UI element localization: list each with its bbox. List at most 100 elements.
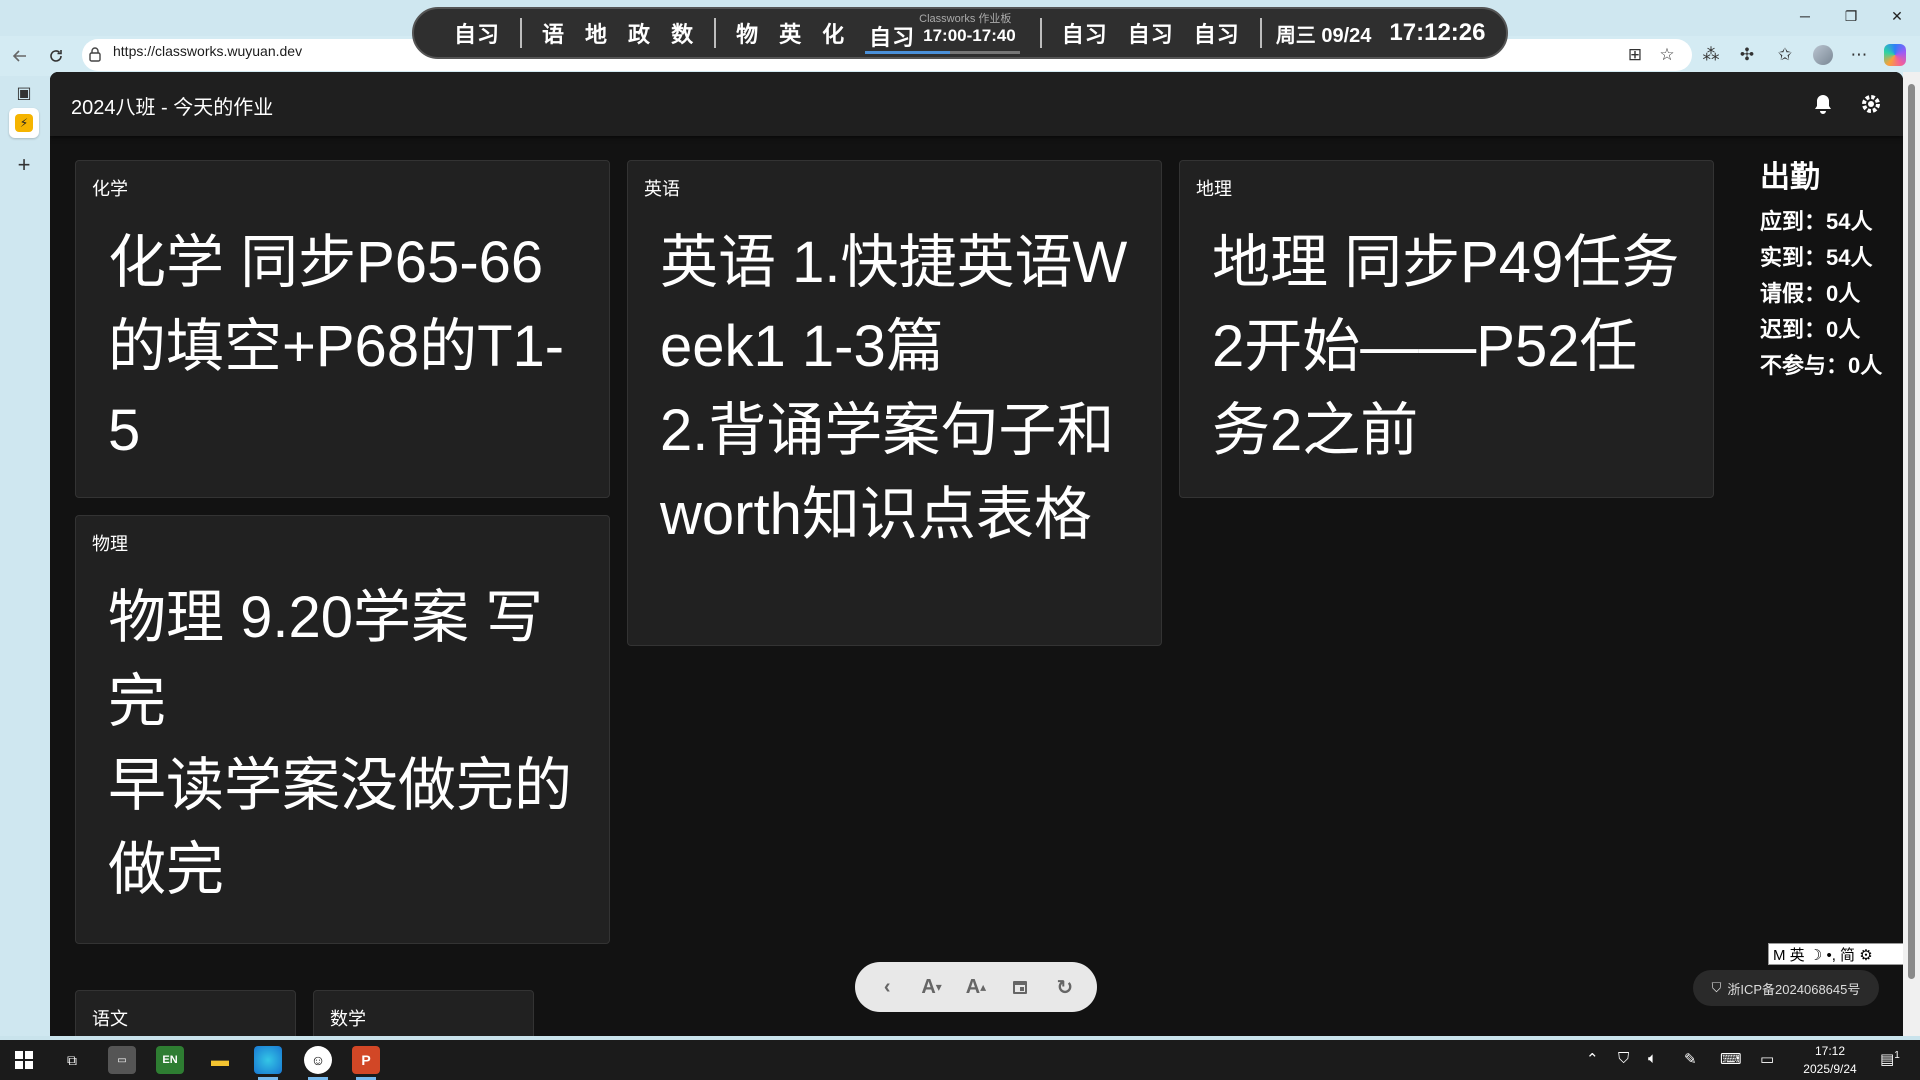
schedule-item: 自习 <box>1127 22 1174 47</box>
tab-actions-icon[interactable]: ▣ <box>9 78 39 108</box>
task-view-icon[interactable]: ⧉ <box>58 1046 86 1074</box>
qq-icon[interactable]: ☺ <box>304 1046 332 1080</box>
calendar-icon[interactable] <box>1002 969 1038 1005</box>
shield-icon: ⛉ <box>1711 980 1722 995</box>
attendance-leave: 请假：0人 <box>1760 281 1861 306</box>
favorite-star-icon[interactable]: ☆ <box>1652 41 1682 69</box>
vertical-tabs-sidebar <box>0 76 50 1036</box>
powerpoint-icon[interactable]: P <box>352 1046 380 1080</box>
card-title: 英语 <box>644 179 680 199</box>
attendance-panel: 出勤 应到：54人 实到：54人 请假：0人 迟到：0人 不参与：0人 <box>1760 152 1882 384</box>
app-taskbar-icon[interactable]: ▭ <box>108 1046 136 1074</box>
class-schedule-bar: 自习 语 地 政 数 物 英 化 Classworks 作业板 自习 17:00… <box>412 7 1508 59</box>
period-progress-bar <box>865 51 1020 54</box>
schedule-clock: 17:12:26 <box>1389 19 1486 46</box>
schedule-item: 数 <box>671 22 695 47</box>
chevron-left-icon[interactable]: ‹ <box>869 969 905 1005</box>
reload-icon[interactable] <box>42 42 70 70</box>
schedule-item: 英 <box>779 22 803 47</box>
card-title: 语文 <box>92 1009 128 1029</box>
current-period-label: 自习 <box>869 25 916 50</box>
notification-icon[interactable]: ▤1 <box>1880 1050 1900 1068</box>
app-en-icon[interactable]: EN <box>156 1046 184 1074</box>
restore-button[interactable]: ❐ <box>1828 0 1874 32</box>
schedule-item: 化 <box>822 22 846 47</box>
new-tab-icon[interactable]: + <box>9 150 39 180</box>
extension-icon[interactable]: ⁂ <box>1696 41 1726 69</box>
homework-card-math[interactable]: 数学 <box>313 990 534 1036</box>
font-decrease-icon[interactable]: A ▾ <box>914 969 950 1005</box>
attendance-expected: 应到：54人 <box>1760 209 1873 234</box>
icp-badge[interactable]: ⛉ 浙ICP备2024068645号 <box>1693 970 1879 1006</box>
app-available-icon[interactable]: ⊞ <box>1620 41 1650 69</box>
schedule-item: 政 <box>628 22 652 47</box>
schedule-item: 物 <box>736 22 760 47</box>
card-body: 化学 同步P65-66的填空+P68的T1-5 <box>108 230 565 463</box>
notification-count: 1 <box>1894 1050 1900 1061</box>
more-menu-icon[interactable]: ⋯ <box>1844 41 1874 69</box>
schedule-divider <box>520 18 523 48</box>
homework-card-chinese[interactable]: 语文 <box>75 990 296 1036</box>
schedule-divider <box>1039 18 1042 48</box>
bell-icon[interactable] <box>1807 88 1839 120</box>
taskbar-date: 2025/9/24 <box>1803 1062 1857 1076</box>
schedule-divider <box>1259 18 1262 48</box>
classworks-logo-icon: ⚡ <box>15 114 33 132</box>
bottom-toolbar: ‹ A ▾ A ▴ ↻ <box>855 962 1097 1012</box>
lock-icon <box>88 46 102 62</box>
card-title: 地理 <box>1196 179 1232 199</box>
homework-card-physics[interactable]: 物理 物理 9.20学案 写完 早读学案没做完的做完 <box>75 515 610 944</box>
homework-card-geography[interactable]: 地理 地理 同步P49任务2开始——P52任务2之前 <box>1179 160 1714 498</box>
page-title: 2024八班 - 今天的作业 <box>71 97 274 119</box>
card-body: 地理 同步P49任务2开始——P52任务2之前 <box>1212 230 1680 463</box>
current-period-range: 17:00-17:40 <box>923 26 1016 45</box>
tray-overflow-icon[interactable]: ⌃ <box>1586 1050 1599 1068</box>
font-increase-icon[interactable]: A ▴ <box>958 969 994 1005</box>
attendance-late: 迟到：0人 <box>1760 317 1861 342</box>
card-title: 物理 <box>92 534 128 554</box>
card-body: 英语 1.快捷英语Week1 1-3篇 2.背诵学案句子和worth知识点表格 <box>660 230 1128 547</box>
favorites-icon[interactable]: ✩ <box>1770 41 1800 69</box>
close-button[interactable]: ✕ <box>1874 0 1920 32</box>
card-title: 数学 <box>330 1009 366 1029</box>
refresh-icon[interactable]: ↻ <box>1047 969 1083 1005</box>
minimize-button[interactable]: ─ <box>1782 0 1828 32</box>
scroll-thumb[interactable] <box>1908 84 1915 979</box>
attendance-absent: 不参与：0人 <box>1760 353 1883 378</box>
copilot-icon[interactable] <box>1880 41 1910 69</box>
ime-toolbar[interactable]: M 英 ☽ •, 简 ⚙ <box>1768 943 1920 965</box>
page-scrollbar[interactable] <box>1903 72 1920 1036</box>
window-controls: ─ ❐ ✕ <box>1782 0 1920 32</box>
homework-card-english[interactable]: 英语 英语 1.快捷英语Week1 1-3篇 2.背诵学案句子和worth知识点… <box>627 160 1162 646</box>
schedule-item: 自习 <box>1061 22 1108 47</box>
icp-text: 浙ICP备2024068645号 <box>1727 981 1861 997</box>
card-title: 化学 <box>92 179 128 199</box>
schedule-item: 自习 <box>1193 22 1240 47</box>
volume-icon[interactable]: 🔈︎ <box>1648 1050 1657 1067</box>
app-bar: 2024八班 - 今天的作业 <box>50 72 1903 136</box>
attendance-present: 实到：54人 <box>1760 245 1873 270</box>
url-text[interactable]: https://classworks.wuyuan.dev <box>113 43 302 59</box>
taskbar-time: 17:12 <box>1814 1044 1846 1058</box>
tab-classworks[interactable]: ⚡ <box>9 108 39 138</box>
homework-card-chemistry[interactable]: 化学 化学 同步P65-66的填空+P68的T1-5 <box>75 160 610 498</box>
card-body: 物理 9.20学案 写完 早读学案没做完的做完 <box>108 585 573 902</box>
edge-browser-icon[interactable] <box>254 1046 282 1080</box>
schedule-date: 周三 09/24 <box>1275 24 1372 47</box>
pen-icon[interactable]: ✎ <box>1684 1050 1697 1068</box>
network-icon[interactable]: ▭ <box>1760 1050 1774 1068</box>
profile-avatar[interactable] <box>1808 41 1838 69</box>
extensions-puzzle-icon[interactable]: ✣ <box>1732 41 1762 69</box>
windows-taskbar: ⧉ ▭ EN ▬ ☺ P ⌃ ⛉ 🔈︎ ✎ ⌨ ▭ 17:12 2025/9/2… <box>0 1040 1920 1080</box>
back-icon[interactable] <box>6 42 34 70</box>
schedule-item: 自习 <box>454 22 501 47</box>
current-window-title: Classworks 作业板 <box>919 13 1012 25</box>
gear-icon[interactable] <box>1855 88 1887 120</box>
keyboard-icon[interactable]: ⌨ <box>1720 1050 1742 1068</box>
schedule-divider <box>714 18 717 48</box>
current-period: Classworks 作业板 自习 17:00-17:40 <box>861 10 1024 56</box>
taskbar-clock[interactable]: 17:12 2025/9/24 <box>1782 1042 1878 1078</box>
windows-start-icon[interactable] <box>10 1046 38 1074</box>
file-explorer-icon[interactable]: ▬ <box>206 1046 234 1074</box>
security-icon[interactable]: ⛉ <box>1618 1050 1629 1067</box>
